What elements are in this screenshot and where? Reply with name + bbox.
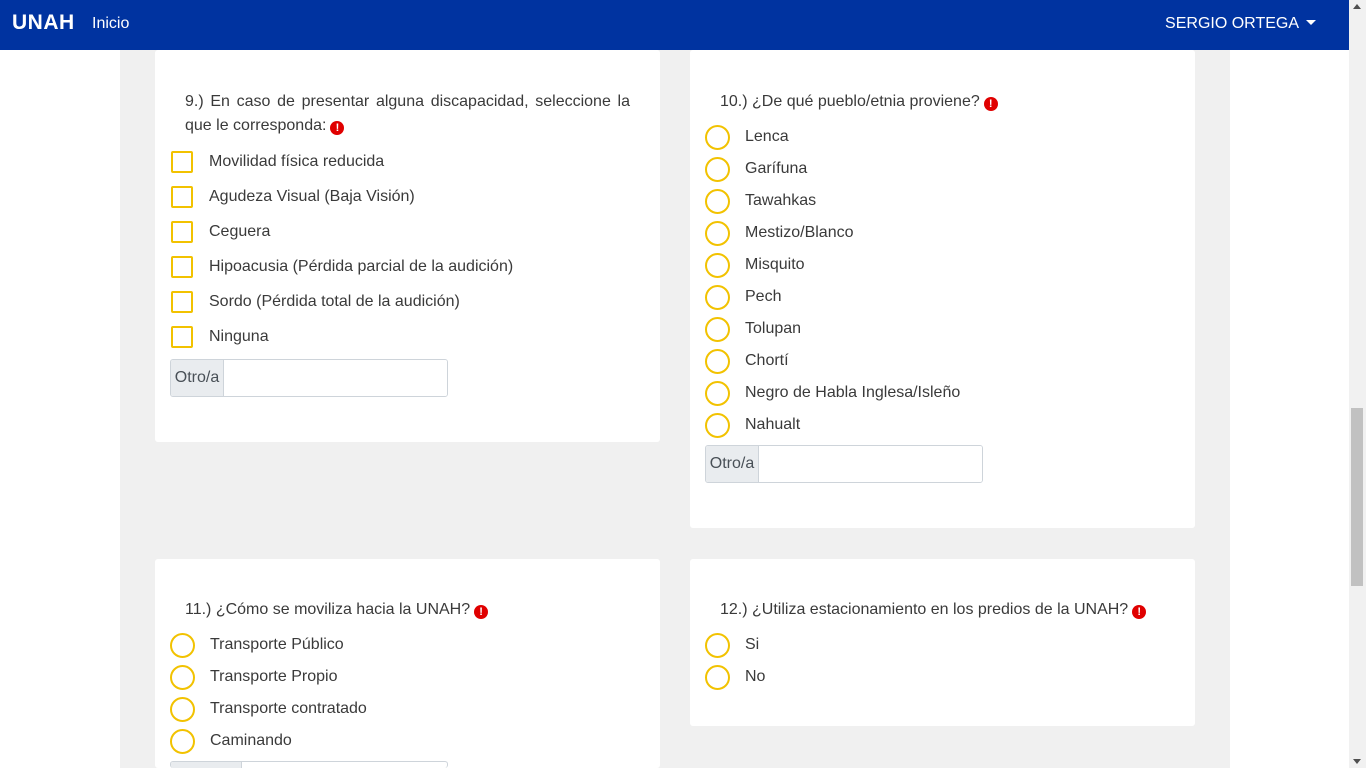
radio-button[interactable] xyxy=(705,220,730,246)
radio-button[interactable] xyxy=(170,664,195,690)
q9-option[interactable]: Movilidad física reducida xyxy=(171,149,384,175)
q11-option[interactable]: Transporte Propio xyxy=(170,664,337,690)
option-label: Ceguera xyxy=(209,223,271,240)
radio-button[interactable] xyxy=(705,252,730,278)
option-label: Agudeza Visual (Baja Visión) xyxy=(209,188,415,205)
option-label: Misquito xyxy=(745,256,805,273)
question-10-title: 10.) ¿De qué pueblo/etnia proviene?! xyxy=(720,90,998,114)
radio-button[interactable] xyxy=(705,316,730,342)
option-label: Si xyxy=(745,636,760,653)
q12-option[interactable]: Si xyxy=(705,632,759,658)
q12-option[interactable]: No xyxy=(705,664,765,690)
option-label: Chortí xyxy=(745,352,789,369)
q9-other-group: Otro/a xyxy=(170,359,448,397)
radio-button[interactable] xyxy=(705,632,730,658)
option-label: Nahualt xyxy=(745,416,801,433)
q11-option[interactable]: Transporte contratado xyxy=(170,696,367,722)
checkbox[interactable] xyxy=(171,291,193,313)
option-label: Caminando xyxy=(210,732,292,749)
option-label: No xyxy=(745,668,766,685)
q10-option[interactable]: Nahualt xyxy=(705,412,800,438)
q10-option[interactable]: Pech xyxy=(705,284,781,310)
q11-option[interactable]: Transporte Público xyxy=(170,632,344,658)
option-label: Hipoacusia (Pérdida parcial de la audici… xyxy=(209,258,514,275)
option-label: Transporte Propio xyxy=(210,668,338,685)
option-label: Tolupan xyxy=(745,320,802,337)
radio-button[interactable] xyxy=(705,124,730,150)
q11-option[interactable]: Caminando xyxy=(170,728,292,754)
checkbox[interactable] xyxy=(171,221,193,243)
option-label: Sordo (Pérdida total de la audición) xyxy=(209,293,460,310)
option-label: Pech xyxy=(745,288,782,305)
radio-button[interactable] xyxy=(170,728,195,754)
option-label: Negro de Habla Inglesa/Isleño xyxy=(745,384,961,401)
option-label: Transporte Público xyxy=(210,636,344,653)
user-menu[interactable]: SERGIO ORTEGA xyxy=(1165,15,1316,33)
required-icon: ! xyxy=(983,97,998,111)
question-11-title: 11.) ¿Cómo se moviliza hacia la UNAH?! xyxy=(185,598,489,622)
q9-option[interactable]: Agudeza Visual (Baja Visión) xyxy=(171,184,415,210)
top-navbar: UNAH Inicio SERGIO ORTEGA xyxy=(0,0,1349,50)
option-label: Lenca xyxy=(745,128,789,145)
option-label: Transporte contratado xyxy=(210,700,367,717)
question-12-card xyxy=(690,559,1195,726)
radio-button[interactable] xyxy=(705,664,730,690)
q11-other-input[interactable] xyxy=(242,762,447,768)
checkbox[interactable] xyxy=(171,326,193,348)
radio-button[interactable] xyxy=(705,156,730,182)
scroll-up-icon[interactable] xyxy=(1353,4,1361,9)
q10-option[interactable]: Chortí xyxy=(705,348,789,374)
other-label xyxy=(171,762,242,768)
option-label: Ninguna xyxy=(209,328,269,345)
user-name: SERGIO ORTEGA xyxy=(1165,15,1299,32)
q9-option[interactable]: Ceguera xyxy=(171,219,270,245)
checkbox[interactable] xyxy=(171,256,193,278)
q10-other-group: Otro/a xyxy=(705,445,983,483)
radio-button[interactable] xyxy=(705,348,730,374)
radio-button[interactable] xyxy=(705,380,730,406)
checkbox[interactable] xyxy=(171,186,193,208)
q10-option[interactable]: Lenca xyxy=(705,124,789,150)
q9-option[interactable]: Ninguna xyxy=(171,324,269,350)
checkbox[interactable] xyxy=(171,151,193,173)
radio-button[interactable] xyxy=(705,284,730,310)
caret-down-icon xyxy=(1306,20,1316,25)
option-label: Mestizo/Blanco xyxy=(745,224,854,241)
q10-option[interactable]: Mestizo/Blanco xyxy=(705,220,854,246)
required-icon: ! xyxy=(1132,605,1147,619)
option-label: Tawahkas xyxy=(745,192,817,209)
option-label: Movilidad física reducida xyxy=(209,153,385,170)
scroll-down-icon[interactable] xyxy=(1353,759,1361,764)
radio-button[interactable] xyxy=(170,632,195,658)
q9-option[interactable]: Hipoacusia (Pérdida parcial de la audici… xyxy=(171,254,513,280)
q11-other-group xyxy=(170,761,448,768)
q9-other-input[interactable] xyxy=(224,360,447,396)
page-margin-right xyxy=(1230,50,1349,768)
radio-button[interactable] xyxy=(170,696,195,722)
q10-option[interactable]: Misquito xyxy=(705,252,805,278)
other-label: Otro/a xyxy=(171,360,224,396)
required-icon: ! xyxy=(330,121,345,135)
nav-link-inicio[interactable]: Inicio xyxy=(92,15,129,33)
page-margin-left xyxy=(0,50,120,768)
scrollbar-thumb[interactable] xyxy=(1351,408,1363,586)
required-icon: ! xyxy=(474,605,489,619)
q10-option[interactable]: Garífuna xyxy=(705,156,807,182)
vertical-scrollbar[interactable] xyxy=(1349,0,1366,768)
q9-option[interactable]: Sordo (Pérdida total de la audición) xyxy=(171,289,460,315)
option-label: Garífuna xyxy=(745,160,808,177)
question-9-title: 9.) En caso de presentar alguna discapac… xyxy=(185,93,630,135)
q10-other-input[interactable] xyxy=(759,446,982,482)
radio-button[interactable] xyxy=(705,188,730,214)
question-12-title: 12.) ¿Utiliza estacionamiento en los pre… xyxy=(720,598,1147,622)
q10-option[interactable]: Negro de Habla Inglesa/Isleño xyxy=(705,380,960,406)
brand-logo[interactable]: UNAH xyxy=(12,11,75,35)
q10-option[interactable]: Tolupan xyxy=(705,316,801,342)
q10-option[interactable]: Tawahkas xyxy=(705,188,816,214)
other-label: Otro/a xyxy=(706,446,759,482)
radio-button[interactable] xyxy=(705,412,730,438)
